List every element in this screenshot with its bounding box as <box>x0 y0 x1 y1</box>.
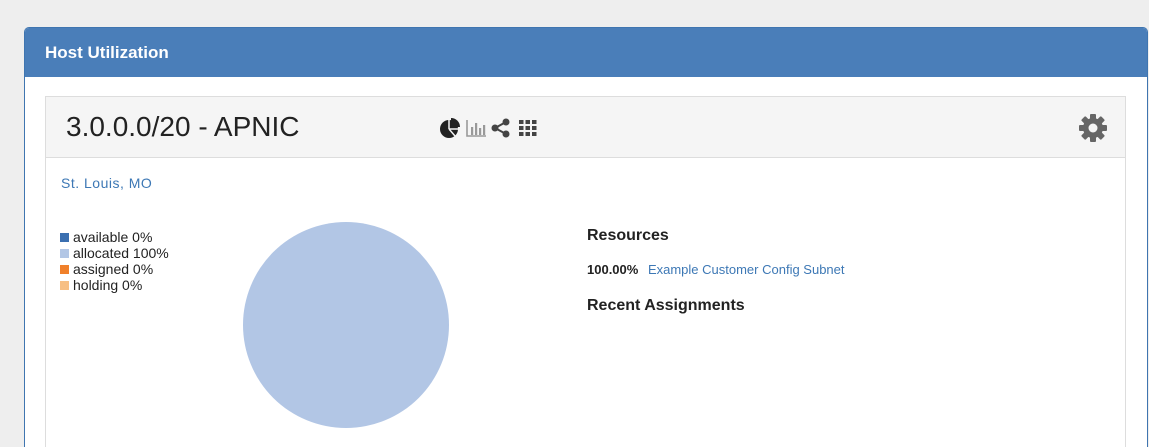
legend-swatch <box>60 232 69 242</box>
block-title: 3.0.0.0/20 - APNIC <box>66 111 300 142</box>
pie-chart-icon[interactable] <box>437 115 463 141</box>
pie-slice-allocated[interactable] <box>243 222 449 428</box>
legend-swatch <box>60 248 69 258</box>
legend-label: holding 0% <box>73 277 143 293</box>
recent-assignments-heading: Recent Assignments <box>587 297 745 314</box>
resources-heading: Resources <box>587 227 669 244</box>
share-icon[interactable] <box>488 115 514 141</box>
bar-chart-icon[interactable] <box>463 115 489 141</box>
grid-icon[interactable] <box>515 115 541 141</box>
legend-label: available 0% <box>73 229 153 245</box>
legend-item-available: available 0% <box>60 229 169 245</box>
resource-link[interactable]: Example Customer Config Subnet <box>648 262 845 277</box>
utilization-pie-chart[interactable] <box>243 222 449 428</box>
legend-swatch <box>60 264 69 274</box>
legend-item-assigned: assigned 0% <box>60 261 169 277</box>
chart-legend: available 0% allocated 100% assigned 0% … <box>60 229 169 293</box>
legend-label: allocated 100% <box>73 245 169 261</box>
panel-title: Host Utilization <box>45 42 169 62</box>
block-card: 3.0.0.0/20 - APNIC St. Louis, MO availab… <box>45 96 1126 447</box>
legend-label: assigned 0% <box>73 261 154 277</box>
resource-item: 100.00% Example Customer Config Subnet <box>587 262 845 277</box>
legend-item-allocated: allocated 100% <box>60 245 169 261</box>
panel-header: Host Utilization <box>25 28 1147 77</box>
host-utilization-panel: Host Utilization 3.0.0.0/20 - APNIC St. … <box>24 27 1148 447</box>
resource-percent: 100.00% <box>587 262 639 277</box>
legend-item-holding: holding 0% <box>60 277 169 293</box>
legend-swatch <box>60 280 69 290</box>
location-link[interactable]: St. Louis, MO <box>61 175 152 191</box>
block-card-header: 3.0.0.0/20 - APNIC <box>46 97 1125 158</box>
gear-icon[interactable] <box>1078 113 1108 143</box>
